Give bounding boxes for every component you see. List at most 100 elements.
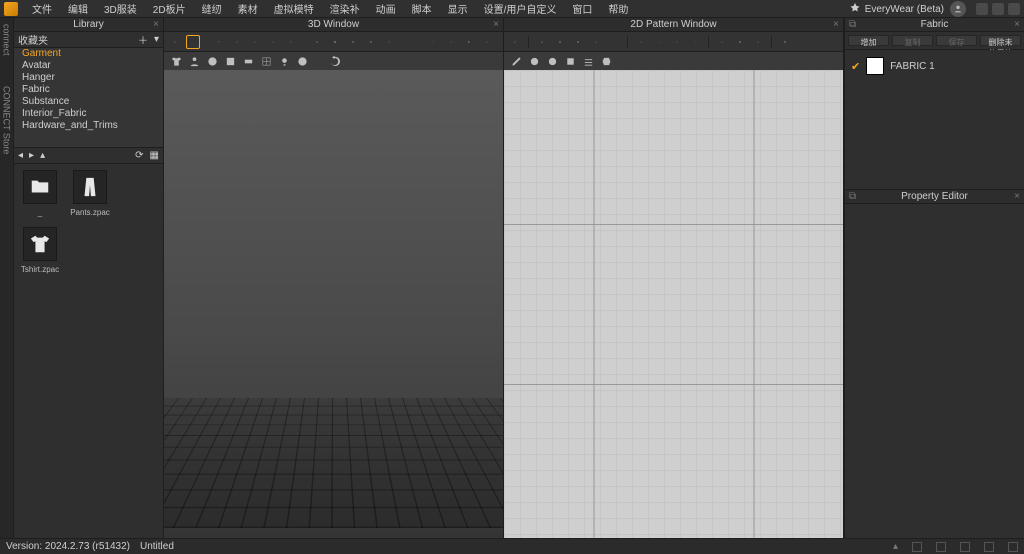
nav-up-icon[interactable]: ▴ xyxy=(40,150,45,161)
segment-icon[interactable] xyxy=(670,35,684,49)
window-minimize-button[interactable] xyxy=(976,3,988,15)
panel-close-icon[interactable]: × xyxy=(153,19,159,30)
menu-settings[interactable]: 设置/用户自定义 xyxy=(476,1,565,16)
stitch-icon[interactable] xyxy=(408,35,422,49)
garment2-icon[interactable] xyxy=(778,35,792,49)
fav-menu-icon[interactable]: ▾ xyxy=(154,34,159,45)
show-face-icon[interactable] xyxy=(296,55,308,67)
tree-item-avatar[interactable]: Avatar xyxy=(14,60,163,72)
rail-store[interactable]: CONNECT Store xyxy=(2,86,12,154)
menu-avatar[interactable]: 虚拟模特 xyxy=(266,1,322,16)
rail-connect[interactable]: connect xyxy=(2,24,12,56)
circle-icon[interactable] xyxy=(571,35,585,49)
fabric-close-icon[interactable]: × xyxy=(1014,19,1020,30)
view-grid-icon[interactable]: ▦ xyxy=(150,150,159,161)
edit-pattern-icon[interactable] xyxy=(508,35,522,49)
fabric-undock-icon[interactable]: ⧉ xyxy=(849,19,856,30)
menu-display[interactable]: 显示 xyxy=(440,1,476,16)
menu-anim[interactable]: 动画 xyxy=(368,1,404,16)
menu-render[interactable]: 渲染补 xyxy=(322,1,368,16)
nav-forward-icon[interactable]: ▸ xyxy=(29,150,34,161)
menu-file[interactable]: 文件 xyxy=(24,1,60,16)
window-close-button[interactable] xyxy=(1008,3,1020,15)
property-close-icon[interactable]: × xyxy=(1014,191,1020,202)
viewport-2d-close-icon[interactable]: × xyxy=(833,19,839,30)
tree-item-hanger[interactable]: Hanger xyxy=(14,72,163,84)
show-avatar-icon[interactable] xyxy=(170,55,182,67)
2d-show2-icon[interactable] xyxy=(546,55,558,67)
layout-4-icon[interactable] xyxy=(984,542,994,552)
fabric-del-button[interactable]: 删除未使用的 xyxy=(980,35,1021,46)
fabric-save-button[interactable]: 保存 xyxy=(936,35,977,46)
pin-icon[interactable] xyxy=(266,35,280,49)
tree-item-hardware[interactable]: Hardware_and_Trims xyxy=(14,120,163,132)
fold-icon[interactable] xyxy=(462,35,476,49)
fabric-add-button[interactable]: 增加 xyxy=(848,35,889,46)
show-garment-icon[interactable] xyxy=(188,55,200,67)
seam2-icon[interactable] xyxy=(652,35,666,49)
menu-help[interactable]: 帮助 xyxy=(600,1,636,16)
nav-back-icon[interactable]: ◂ xyxy=(18,150,23,161)
menu-material[interactable]: 素材 xyxy=(230,1,266,16)
binding-icon[interactable] xyxy=(751,35,765,49)
vp2-settings-icon[interactable] xyxy=(825,35,839,49)
seam-icon[interactable] xyxy=(426,35,440,49)
show-texture-icon[interactable] xyxy=(224,55,236,67)
thumb-tshirt[interactable]: Tshirt.zpac xyxy=(20,227,60,274)
2d-show4-icon[interactable] xyxy=(582,55,594,67)
menu-2d[interactable]: 2D板片 xyxy=(145,1,194,16)
refresh-icon[interactable]: ⟳ xyxy=(135,150,143,161)
canvas-3d[interactable] xyxy=(164,70,503,538)
select-icon[interactable] xyxy=(186,35,200,49)
move-icon[interactable] xyxy=(212,35,226,49)
thumb-folder[interactable]: _ xyxy=(20,170,60,217)
measure-icon[interactable] xyxy=(310,35,324,49)
reset-view-icon[interactable] xyxy=(328,55,340,67)
graphic-icon[interactable] xyxy=(346,35,360,49)
fabric-copy-button[interactable]: 复制 xyxy=(892,35,933,46)
button-icon[interactable] xyxy=(364,35,378,49)
needle-icon[interactable] xyxy=(284,35,298,49)
align-icon[interactable] xyxy=(715,35,729,49)
status-caret-icon[interactable]: ▴ xyxy=(893,541,898,552)
tree-item-substance[interactable]: Substance xyxy=(14,96,163,108)
layout-2-icon[interactable] xyxy=(936,542,946,552)
steam-icon[interactable] xyxy=(480,35,494,49)
rotate-icon[interactable] xyxy=(230,35,244,49)
thumb-pants[interactable]: Pants.zpac xyxy=(70,170,110,217)
menu-script[interactable]: 脚本 xyxy=(404,1,440,16)
tree-item-interior[interactable]: Interior_Fabric xyxy=(14,108,163,120)
texture-icon[interactable] xyxy=(328,35,342,49)
2d-show3-icon[interactable] xyxy=(564,55,576,67)
2d-show1-icon[interactable] xyxy=(528,55,540,67)
fav-add-icon[interactable]: ＋ xyxy=(138,32,148,47)
dart-icon[interactable] xyxy=(589,35,603,49)
free-sew-icon[interactable] xyxy=(688,35,702,49)
2d-print-icon[interactable] xyxy=(600,55,612,67)
menu-sewing[interactable]: 缝纫 xyxy=(194,1,230,16)
simulate-icon[interactable] xyxy=(168,35,182,49)
layout-3-icon[interactable] xyxy=(960,542,970,552)
notch-icon[interactable] xyxy=(634,35,648,49)
layout-5-icon[interactable] xyxy=(1008,542,1018,552)
menu-edit[interactable]: 编辑 xyxy=(60,1,96,16)
trace-icon[interactable] xyxy=(733,35,747,49)
line-icon[interactable] xyxy=(607,35,621,49)
layout-1-icon[interactable] xyxy=(912,542,922,552)
fabric-item[interactable]: ✔ FABRIC 1 xyxy=(849,54,1020,78)
2d-pen-icon[interactable] xyxy=(510,55,522,67)
show-wire-icon[interactable] xyxy=(260,55,272,67)
canvas-2d[interactable] xyxy=(504,70,843,538)
poly-icon[interactable] xyxy=(535,35,549,49)
property-undock-icon[interactable]: ⧉ xyxy=(849,191,856,202)
window-maximize-button[interactable] xyxy=(992,3,1004,15)
menu-3d[interactable]: 3D服装 xyxy=(96,1,145,16)
viewport-3d-close-icon[interactable]: × xyxy=(493,19,499,30)
menu-window[interactable]: 窗口 xyxy=(564,1,600,16)
zipper-icon[interactable] xyxy=(382,35,396,49)
tree-item-garment[interactable]: Garment xyxy=(14,48,163,60)
rect-icon[interactable] xyxy=(553,35,567,49)
tree-item-fabric[interactable]: Fabric xyxy=(14,84,163,96)
user-avatar-icon[interactable] xyxy=(950,1,966,17)
scale-icon[interactable] xyxy=(248,35,262,49)
